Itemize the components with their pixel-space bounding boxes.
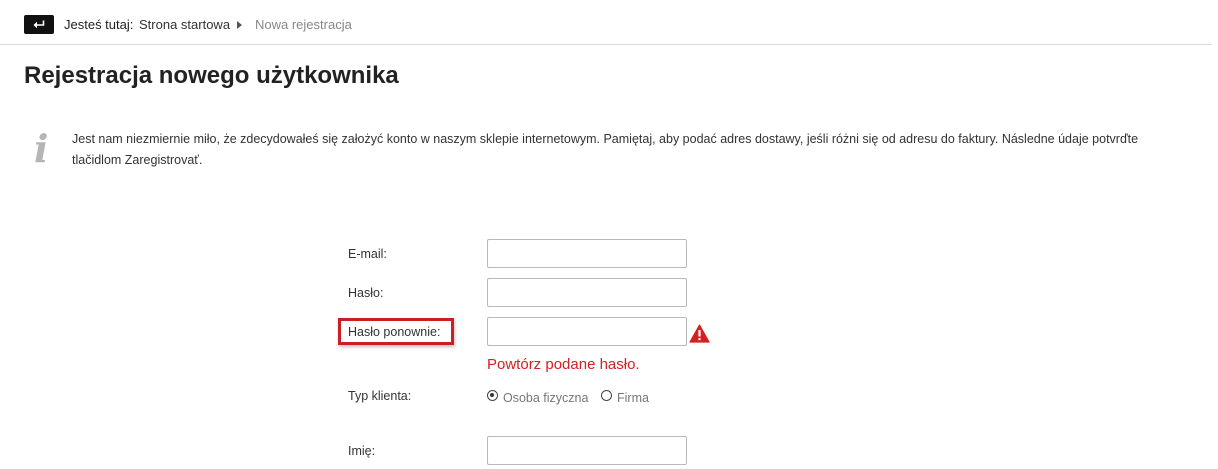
- breadcrumb-separator-icon: [237, 21, 242, 29]
- password-label: Hasło:: [348, 286, 384, 300]
- return-arrow-icon: [33, 20, 45, 29]
- email-label: E-mail:: [348, 247, 387, 261]
- radio-company-label[interactable]: Firma: [617, 391, 649, 405]
- page-title: Rejestracja nowego użytkownika: [24, 62, 399, 89]
- password-field[interactable]: [487, 278, 687, 307]
- back-button[interactable]: [24, 15, 54, 34]
- breadcrumb-current: Nowa rejestracja: [255, 17, 352, 32]
- info-icon: i: [34, 126, 49, 171]
- breadcrumb-bar: Jesteś tutaj: Strona startowa Nowa rejes…: [0, 0, 1212, 45]
- warning-icon: [689, 324, 710, 343]
- radio-person-label[interactable]: Osoba fizyczna: [503, 391, 588, 405]
- breadcrumb-home-link[interactable]: Strona startowa: [139, 17, 230, 32]
- password-repeat-error: Powtórz podane hasło.: [487, 356, 640, 373]
- client-type-label: Typ klienta:: [348, 389, 412, 403]
- info-message: Jest nam niezmiernie miło, że zdecydował…: [72, 132, 1139, 167]
- breadcrumb-label: Jesteś tutaj:: [64, 17, 134, 32]
- radio-person[interactable]: [487, 390, 498, 401]
- password-repeat-field[interactable]: [487, 317, 687, 346]
- first-name-label: Imię:: [348, 444, 376, 458]
- email-field[interactable]: [487, 239, 687, 268]
- radio-company[interactable]: [601, 390, 612, 401]
- first-name-field[interactable]: [487, 436, 687, 465]
- password-repeat-label: Hasło ponownie:: [348, 325, 441, 339]
